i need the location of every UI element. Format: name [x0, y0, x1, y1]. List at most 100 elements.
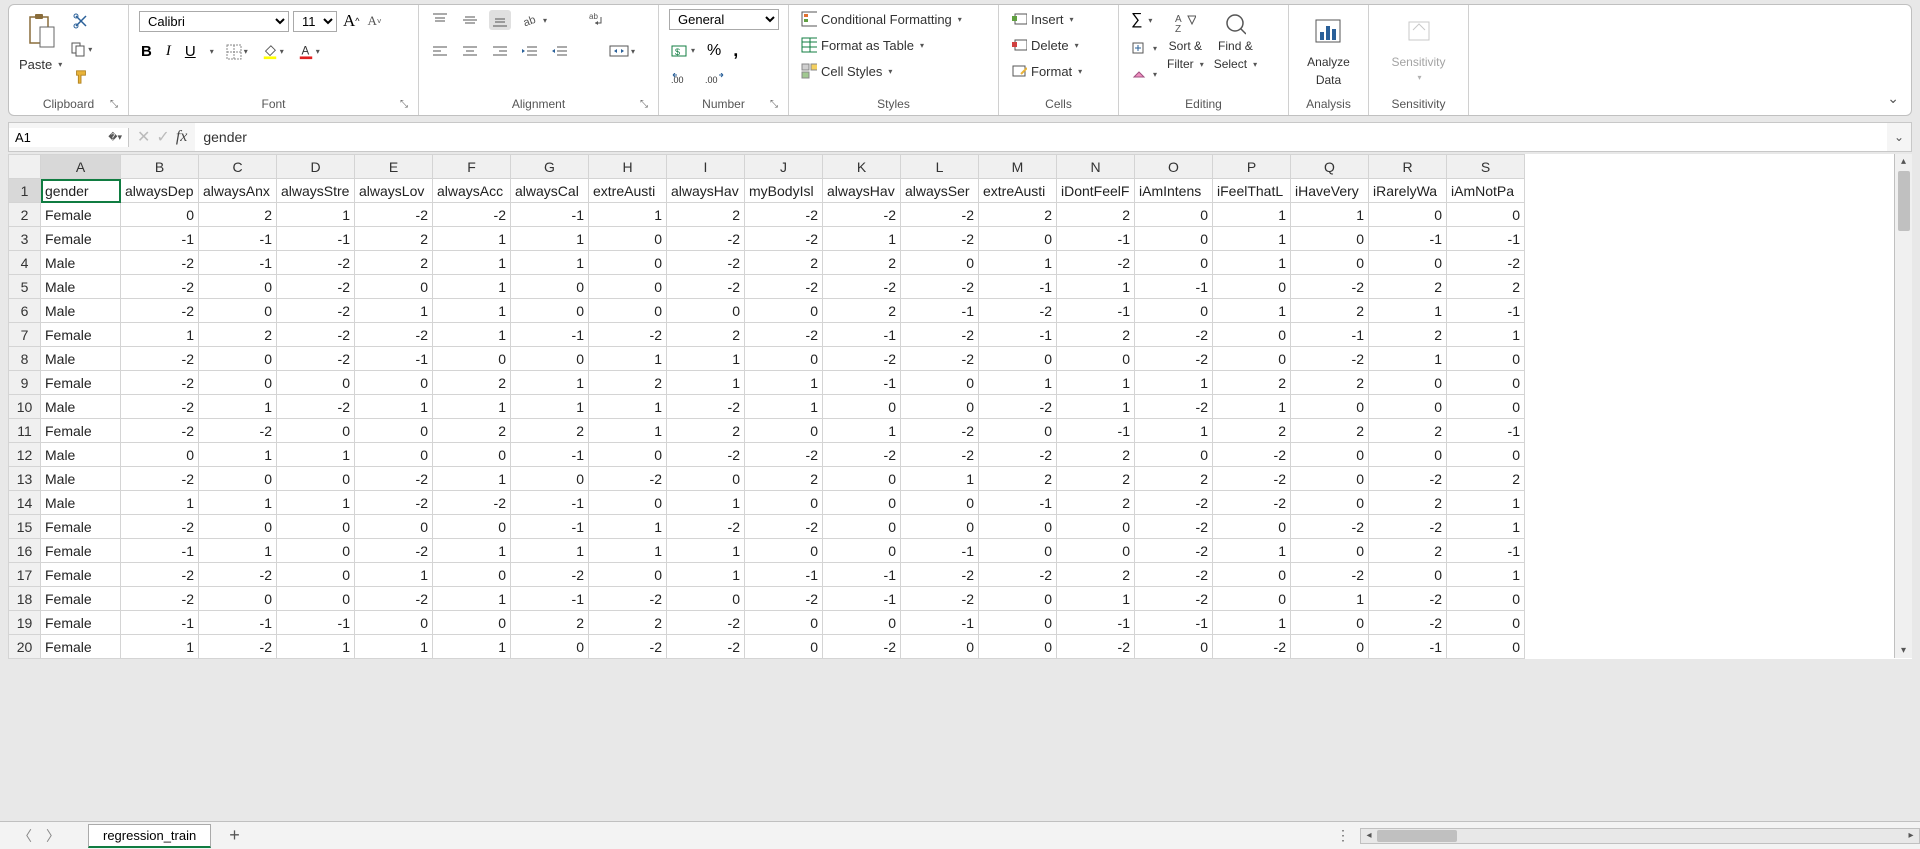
align-right-button[interactable] [489, 42, 511, 60]
cell[interactable]: -2 [979, 299, 1057, 323]
cell[interactable]: 2 [1369, 419, 1447, 443]
cell[interactable]: 1 [199, 395, 277, 419]
cell[interactable]: -2 [901, 587, 979, 611]
cell[interactable]: iDontFeelF [1057, 179, 1135, 203]
cell[interactable]: 1 [1213, 539, 1291, 563]
cell[interactable]: 2 [745, 251, 823, 275]
cell[interactable]: 0 [979, 539, 1057, 563]
cell[interactable]: 0 [121, 443, 199, 467]
cell[interactable]: -2 [277, 347, 355, 371]
row-header[interactable]: 18 [9, 587, 41, 611]
cell[interactable]: 0 [277, 563, 355, 587]
cell[interactable]: -2 [121, 587, 199, 611]
cell[interactable]: 1 [589, 539, 667, 563]
scroll-thumb[interactable] [1898, 171, 1910, 231]
cell[interactable]: -2 [121, 299, 199, 323]
fill-color-button[interactable]: ▾ [260, 42, 286, 62]
cell[interactable]: 2 [667, 323, 745, 347]
cell[interactable]: Female [41, 323, 121, 347]
cell[interactable]: myBodyIsl [745, 179, 823, 203]
cell[interactable]: -1 [901, 299, 979, 323]
cell[interactable]: 0 [745, 539, 823, 563]
cell[interactable]: 0 [979, 515, 1057, 539]
cell[interactable]: 0 [1291, 395, 1369, 419]
cell[interactable]: 0 [745, 419, 823, 443]
cell[interactable]: -1 [199, 227, 277, 251]
cell[interactable]: 0 [1135, 203, 1213, 227]
cell[interactable]: -1 [1447, 227, 1525, 251]
cell[interactable]: 1 [1213, 251, 1291, 275]
cell[interactable]: 0 [823, 467, 901, 491]
cell[interactable]: -1 [1369, 227, 1447, 251]
cell[interactable]: 1 [355, 563, 433, 587]
cell[interactable]: 0 [511, 467, 589, 491]
cell[interactable]: -1 [1447, 539, 1525, 563]
cell[interactable]: 2 [1369, 275, 1447, 299]
decrease-indent-button[interactable] [519, 42, 541, 60]
cell[interactable]: 0 [1057, 515, 1135, 539]
cell[interactable]: 1 [1447, 323, 1525, 347]
cell[interactable]: -2 [823, 635, 901, 659]
chevron-down-icon[interactable]: ▾ [58, 60, 62, 69]
cell[interactable]: 0 [979, 587, 1057, 611]
cell[interactable]: 2 [1057, 563, 1135, 587]
cell[interactable]: -2 [121, 251, 199, 275]
autosum-button[interactable]: ∑▾ [1129, 9, 1154, 31]
cell[interactable]: 1 [511, 539, 589, 563]
cell[interactable]: 1 [1447, 563, 1525, 587]
row-header[interactable]: 10 [9, 395, 41, 419]
cell[interactable]: -1 [979, 323, 1057, 347]
cell[interactable]: -2 [745, 515, 823, 539]
cell[interactable]: -2 [277, 275, 355, 299]
cell[interactable]: 0 [979, 635, 1057, 659]
cell[interactable]: -1 [745, 563, 823, 587]
formula-enter-button[interactable]: ✓ [156, 127, 169, 147]
cell[interactable]: Female [41, 563, 121, 587]
column-header[interactable]: S [1447, 155, 1525, 179]
cell[interactable]: -2 [1135, 587, 1213, 611]
cell[interactable]: -2 [667, 635, 745, 659]
row-header[interactable]: 13 [9, 467, 41, 491]
cell[interactable]: 0 [823, 491, 901, 515]
cell[interactable]: -2 [745, 227, 823, 251]
cell[interactable]: 0 [589, 563, 667, 587]
cell[interactable]: 0 [511, 635, 589, 659]
cell[interactable]: 1 [667, 563, 745, 587]
cell[interactable]: 0 [667, 467, 745, 491]
cell[interactable]: 2 [199, 203, 277, 227]
format-as-table-button[interactable]: Format as Table▾ [799, 35, 926, 55]
cell[interactable]: -2 [1135, 347, 1213, 371]
cell[interactable]: 0 [1447, 587, 1525, 611]
cell[interactable]: 1 [433, 539, 511, 563]
cell[interactable]: 1 [433, 323, 511, 347]
cell[interactable]: 0 [901, 491, 979, 515]
cell[interactable]: Female [41, 515, 121, 539]
cell[interactable]: 0 [589, 299, 667, 323]
increase-indent-button[interactable] [549, 42, 571, 60]
column-header[interactable]: K [823, 155, 901, 179]
cell[interactable]: -1 [511, 203, 589, 227]
cell[interactable]: 0 [1291, 227, 1369, 251]
cell[interactable]: 0 [355, 515, 433, 539]
cell[interactable]: alwaysStre [277, 179, 355, 203]
cell[interactable]: 1 [433, 299, 511, 323]
cell[interactable]: alwaysHav [667, 179, 745, 203]
cell[interactable]: extreAusti [979, 179, 1057, 203]
cell[interactable]: 0 [355, 275, 433, 299]
cell[interactable]: 0 [199, 587, 277, 611]
formula-expand-button[interactable]: ⌄ [1887, 130, 1911, 144]
cell[interactable]: -1 [511, 587, 589, 611]
cell[interactable]: 0 [979, 611, 1057, 635]
cell[interactable]: iFeelThatL [1213, 179, 1291, 203]
cell[interactable]: 1 [355, 635, 433, 659]
cell[interactable]: 1 [199, 491, 277, 515]
scroll-down-arrow[interactable]: ▾ [1899, 643, 1908, 658]
cell[interactable]: 1 [1057, 587, 1135, 611]
cell[interactable]: alwaysHav [823, 179, 901, 203]
cell[interactable]: 0 [901, 635, 979, 659]
cell[interactable]: 1 [589, 347, 667, 371]
decrease-decimal-button[interactable]: .00 [703, 71, 729, 89]
cell[interactable]: -2 [1369, 515, 1447, 539]
vertical-scrollbar[interactable]: ▴ ▾ [1894, 154, 1912, 658]
cell[interactable]: Female [41, 227, 121, 251]
